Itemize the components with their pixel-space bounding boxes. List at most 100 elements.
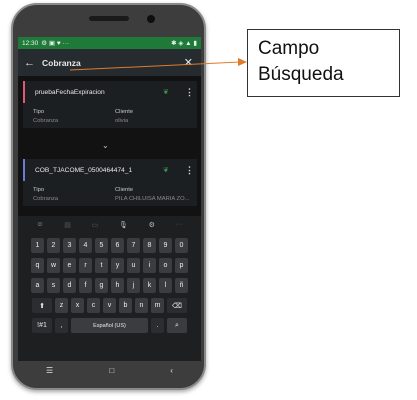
key-ñ[interactable]: ñ <box>175 278 188 293</box>
keyboard-row-1: qwertyuiop <box>18 258 201 273</box>
status-right-icons: ✱ ◈ ▲ ▮ <box>171 40 197 47</box>
search-input[interactable]: Cobranza <box>40 58 184 68</box>
key-d[interactable]: d <box>63 278 76 293</box>
arrow-head <box>238 58 247 66</box>
key-n[interactable]: n <box>135 298 148 313</box>
callout-line-2: Búsqueda <box>258 64 344 85</box>
key-l[interactable]: l <box>159 278 172 293</box>
key-b[interactable]: b <box>119 298 132 313</box>
symbols-key[interactable]: !#1 <box>32 318 52 333</box>
keyboard-row-bottom: !#1 , Español (US) . ⌕ <box>18 318 201 333</box>
field-label: Cliente <box>115 109 134 115</box>
field-label: Tipo <box>33 109 45 115</box>
key-5[interactable]: 5 <box>95 238 108 253</box>
key-w[interactable]: w <box>47 258 60 273</box>
leaf-icon: ❦ <box>163 167 169 174</box>
keyboard-row-3: ⬆ zxcvbnm ⌫ <box>18 298 201 313</box>
card-header: pruebaFechaExpiracion ❦ ⋮ <box>23 81 197 103</box>
emoji-icon[interactable]: ☺ <box>36 221 43 228</box>
key-k[interactable]: k <box>143 278 156 293</box>
more-vert-icon[interactable]: ⋮ <box>185 87 197 98</box>
callout-box: Campo Búsqueda <box>247 29 400 97</box>
field-value: Cobranza <box>33 196 59 202</box>
key-1[interactable]: 1 <box>31 238 44 253</box>
card-title: COB_TJACOME_0500464474_1 <box>35 166 133 174</box>
field-cliente: Cliente PILA CHILUISA MARIA ZO... <box>115 187 197 202</box>
key-v[interactable]: v <box>103 298 116 313</box>
key-e[interactable]: e <box>63 258 76 273</box>
status-bar: 12:30 ⚙ ▣ ♥ ··· ✱ ◈ ▲ ▮ <box>18 37 201 49</box>
field-value: Cobranza <box>33 118 59 124</box>
field-cliente: Cliente olivia <box>115 109 197 124</box>
field-value: olivia <box>115 118 129 124</box>
back-button[interactable]: ‹ <box>170 366 173 375</box>
key-o[interactable]: o <box>159 258 172 273</box>
field-label: Cliente <box>115 187 134 193</box>
field-value: PILA CHILUISA MARIA ZO... <box>115 196 190 202</box>
card-header: COB_TJACOME_0500464474_1 ❦ ⋮ <box>23 159 197 181</box>
key-3[interactable]: 3 <box>63 238 76 253</box>
list-item[interactable]: COB_TJACOME_0500464474_1 ❦ ⋮ Tipo Cobran… <box>23 159 197 206</box>
key-9[interactable]: 9 <box>159 238 172 253</box>
search-bar: ← Cobranza ✕ <box>18 49 201 76</box>
settings-icon[interactable]: ⚙ <box>149 221 155 229</box>
keyboard-row-numbers: 1234567890 <box>18 238 201 253</box>
key-6[interactable]: 6 <box>111 238 124 253</box>
key-8[interactable]: 8 <box>143 238 156 253</box>
phone-screen: 12:30 ⚙ ▣ ♥ ··· ✱ ◈ ▲ ▮ ← Cobranza ✕ pru… <box>18 37 201 361</box>
keyboard-toolbar: ☺ ▤ ▭ 🎙 ⚙ ··· <box>18 216 201 233</box>
leaf-icon: ❦ <box>163 89 169 96</box>
key-f[interactable]: f <box>79 278 92 293</box>
keyboard-row-2: asdfghjklñ <box>18 278 201 293</box>
more-vert-icon[interactable]: ⋮ <box>185 165 197 176</box>
key-p[interactable]: p <box>175 258 188 273</box>
key-y[interactable]: y <box>111 258 124 273</box>
key-m[interactable]: m <box>151 298 164 313</box>
key-r[interactable]: r <box>79 258 92 273</box>
front-camera <box>147 15 155 23</box>
card-title: pruebaFechaExpiracion <box>35 88 105 96</box>
key-z[interactable]: z <box>55 298 68 313</box>
card-body: Tipo Cobranza Cliente PILA CHILUISA MARI… <box>23 181 197 206</box>
status-left-icons: ⚙ ▣ ♥ ··· <box>41 40 70 47</box>
key-0[interactable]: 0 <box>175 238 188 253</box>
recents-button[interactable]: ☰ <box>46 366 53 375</box>
key-h[interactable]: h <box>111 278 124 293</box>
key-x[interactable]: x <box>71 298 84 313</box>
field-label: Tipo <box>33 187 45 193</box>
key-a[interactable]: a <box>31 278 44 293</box>
field-tipo: Tipo Cobranza <box>33 187 115 202</box>
key-c[interactable]: c <box>87 298 100 313</box>
key-2[interactable]: 2 <box>47 238 60 253</box>
key-s[interactable]: s <box>47 278 60 293</box>
more-icon[interactable]: ··· <box>176 221 183 228</box>
keyboard-mode-icon[interactable]: ▭ <box>92 221 99 229</box>
field-tipo: Tipo Cobranza <box>33 109 115 124</box>
callout-line-1: Campo <box>258 38 320 59</box>
comma-key[interactable]: , <box>55 318 68 333</box>
key-j[interactable]: j <box>127 278 140 293</box>
system-nav-bar: ☰ □ ‹ <box>18 361 201 379</box>
key-g[interactable]: g <box>95 278 108 293</box>
backspace-key[interactable]: ⌫ <box>167 298 187 313</box>
arrow-left-icon[interactable]: ← <box>24 57 40 69</box>
key-t[interactable]: t <box>95 258 108 273</box>
microphone-icon[interactable]: 🎙 <box>119 221 128 229</box>
speaker <box>88 16 129 21</box>
key-q[interactable]: q <box>31 258 44 273</box>
key-4[interactable]: 4 <box>79 238 92 253</box>
clipboard-icon[interactable]: ▤ <box>64 221 71 229</box>
soft-keyboard: ☺ ▤ ▭ 🎙 ⚙ ··· 1234567890 qwertyuiop asdf… <box>18 216 201 361</box>
list-item[interactable]: pruebaFechaExpiracion ❦ ⋮ Tipo Cobranza … <box>23 81 197 128</box>
status-time: 12:30 <box>22 39 39 47</box>
close-icon[interactable]: ✕ <box>184 56 195 69</box>
key-u[interactable]: u <box>127 258 140 273</box>
period-key[interactable]: . <box>151 318 164 333</box>
chevron-down-icon[interactable]: ⌄ <box>102 141 109 150</box>
space-key[interactable]: Español (US) <box>71 318 148 333</box>
key-7[interactable]: 7 <box>127 238 140 253</box>
search-key[interactable]: ⌕ <box>167 318 187 333</box>
shift-key[interactable]: ⬆ <box>32 298 52 313</box>
key-i[interactable]: i <box>143 258 156 273</box>
home-button[interactable]: □ <box>109 366 114 375</box>
